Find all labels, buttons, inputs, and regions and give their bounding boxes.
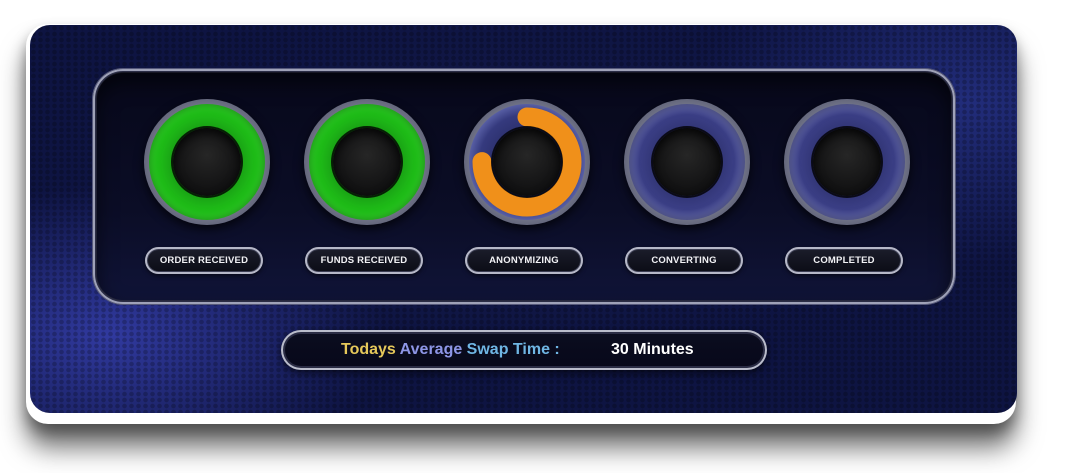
swap-status-widget: ORDER RECEIVED FUNDS RECEIVED ANONYMIZIN…	[0, 0, 1077, 473]
ring-center	[813, 128, 881, 196]
swap-time-value: 30 Minutes	[611, 341, 694, 358]
step-funds-received: FUNDS RECEIVED	[302, 99, 434, 279]
ring-center	[333, 128, 401, 196]
status-ring	[144, 99, 270, 225]
step-label: ANONYMIZING	[465, 247, 583, 274]
step-converting: CONVERTING	[622, 99, 754, 279]
step-label: FUNDS RECEIVED	[305, 247, 423, 274]
status-ring	[624, 99, 750, 225]
average-swap-time-bar: Todays Average Swap Time : 30 Minutes	[281, 330, 767, 370]
status-ring	[304, 99, 430, 225]
swap-time-label-todays: Todays	[341, 341, 396, 358]
ring-center	[653, 128, 721, 196]
swap-time-label: Todays Average Swap Time :	[341, 330, 560, 370]
step-label: ORDER RECEIVED	[145, 247, 263, 274]
step-label: COMPLETED	[785, 247, 903, 274]
ring-center	[493, 128, 561, 196]
step-completed: COMPLETED	[782, 99, 914, 279]
swap-time-label-swap-time: Swap Time :	[462, 341, 560, 358]
swap-time-label-average: Average	[395, 341, 463, 358]
step-label: CONVERTING	[625, 247, 743, 274]
step-anonymizing: ANONYMIZING	[462, 99, 594, 279]
status-ring	[464, 99, 590, 225]
ring-center	[173, 128, 241, 196]
status-ring	[784, 99, 910, 225]
step-order-received: ORDER RECEIVED	[142, 99, 274, 279]
